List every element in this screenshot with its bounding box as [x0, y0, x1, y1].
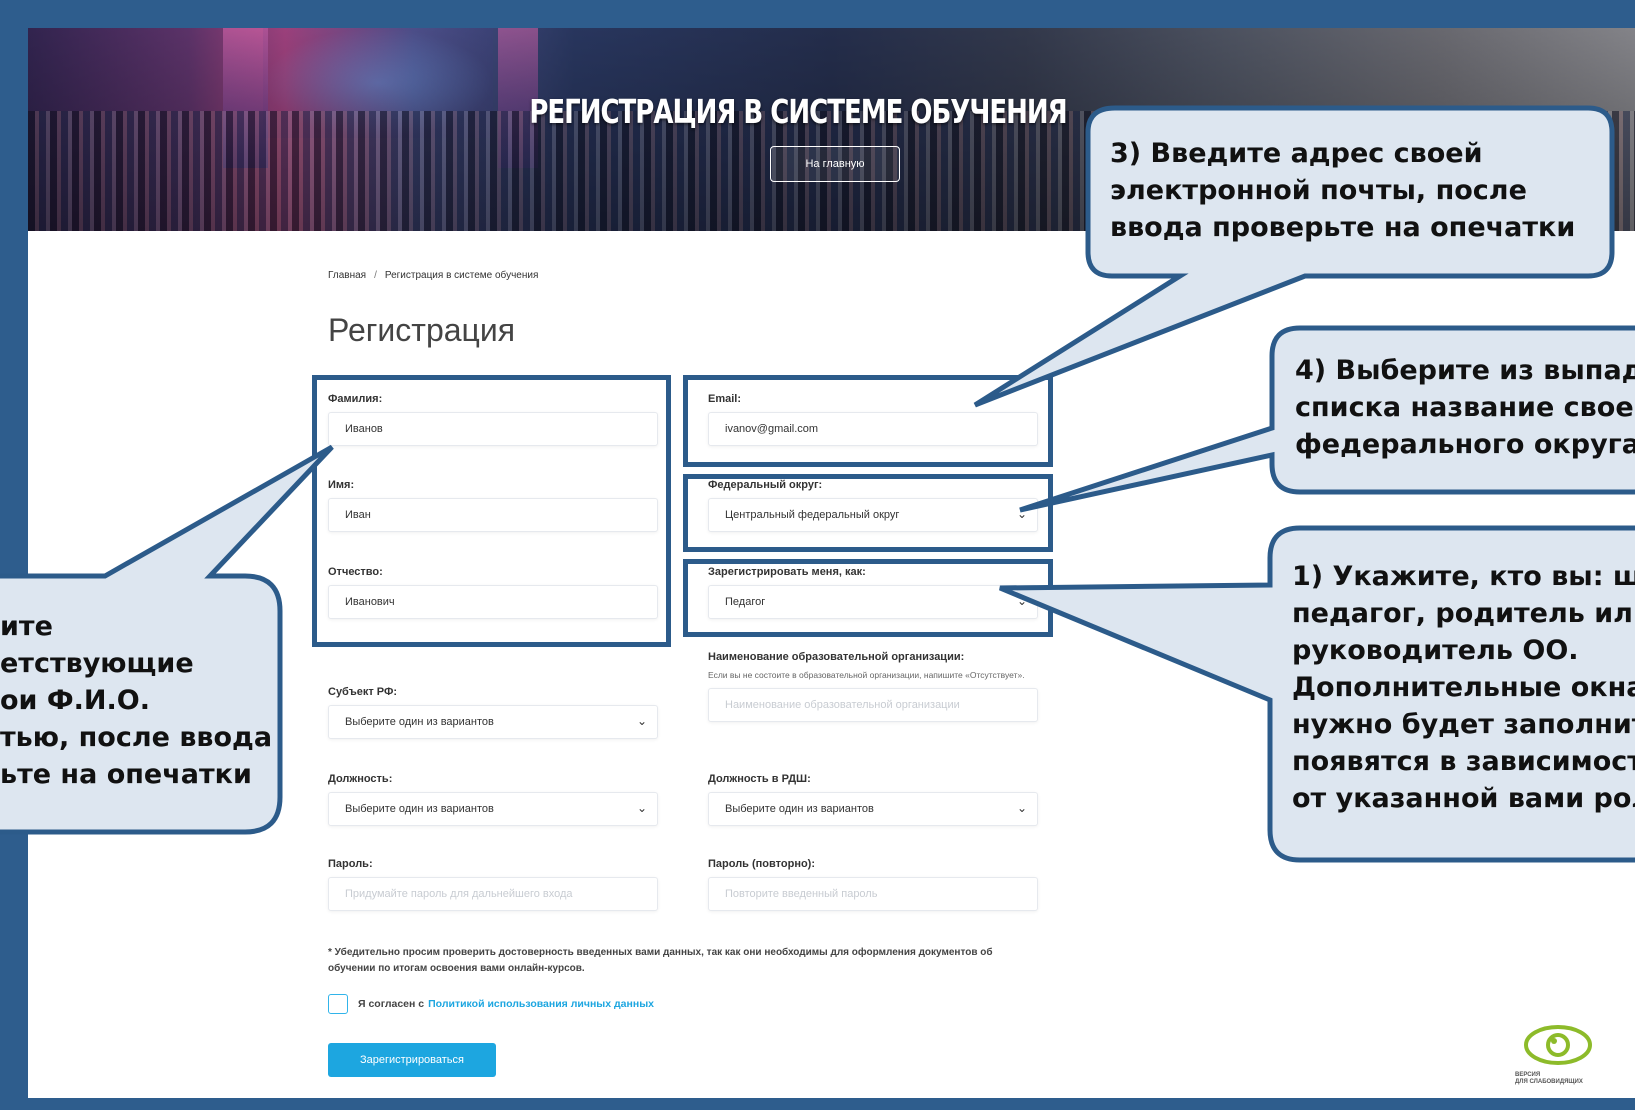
callout-2-text: ите етствующие ои Ф.И.О. тью, после ввод…: [0, 608, 272, 793]
callout-4-text: 4) Выберите из выпад списка название сво…: [1295, 352, 1635, 463]
callout-1-line: от указанной вами рол: [1292, 783, 1635, 814]
callout-4-line: федерального округа: [1295, 429, 1635, 460]
callout-2-line: ьте на опечатки: [0, 759, 252, 790]
callout-2-line: тью, после ввода: [0, 722, 273, 753]
callout-1-line: Дополнительные окна: [1292, 672, 1635, 703]
callout-1-line: педагог, родитель или: [1292, 598, 1635, 629]
callout-2-line: ои Ф.И.О.: [0, 685, 150, 716]
callout-1-line: 1) Укажите, кто вы: ш: [1292, 561, 1635, 592]
callout-3-line: 3) Введите адрес своей: [1110, 138, 1483, 169]
callout-1-text: 1) Укажите, кто вы: ш педагог, родитель …: [1292, 558, 1635, 817]
callout-3-line: ввода проверьте на опечатки: [1110, 212, 1576, 243]
callout-3-line: электронной почты, после: [1110, 175, 1527, 206]
callout-4-line: 4) Выберите из выпад: [1295, 355, 1635, 386]
callout-2-line: ите: [0, 611, 53, 642]
callout-1-line: появятся в зависимост: [1292, 746, 1635, 777]
callout-3-text: 3) Введите адрес своей электронной почты…: [1110, 135, 1575, 246]
callout-2-line: етствующие: [0, 648, 194, 679]
callout-1-line: нужно будет заполнит: [1292, 709, 1635, 740]
callout-1-line: руководитель ОО.: [1292, 635, 1579, 666]
callout-4-line: списка название свое: [1295, 392, 1634, 423]
